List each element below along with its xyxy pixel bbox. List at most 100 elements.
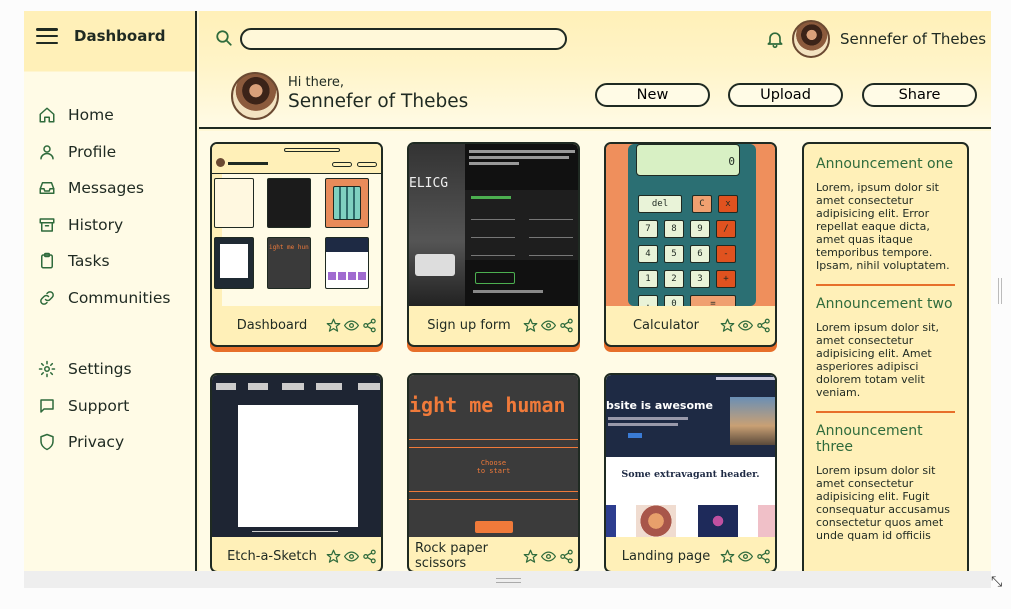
sidebar-item-label: History	[68, 215, 124, 234]
sidebar-item-home[interactable]: Home	[38, 97, 170, 134]
sidebar-item-label: Home	[68, 106, 114, 125]
sidebar-item-profile[interactable]: Profile	[38, 134, 170, 171]
calc-display: 0	[636, 144, 740, 176]
calc-key: .	[638, 295, 658, 306]
eye-icon[interactable]	[738, 318, 753, 333]
share-icon[interactable]	[756, 549, 771, 564]
resize-grip-vertical[interactable]	[998, 278, 1002, 304]
project-card-etch-a-sketch[interactable]: Etch-a-Sketch	[210, 373, 383, 571]
project-card-signup-form[interactable]: ELICG Sign up form	[407, 142, 580, 347]
calc-key: 8	[664, 220, 684, 238]
star-icon[interactable]	[326, 318, 341, 333]
calc-key: -	[716, 245, 736, 263]
upload-button[interactable]: Upload	[728, 83, 843, 107]
announcement-body: Lorem ipsum dolor sit amet consectetur a…	[816, 464, 950, 542]
card-footer: Rock paper scissors	[409, 537, 578, 571]
share-icon[interactable]	[756, 318, 771, 333]
sidebar-item-tasks[interactable]: Tasks	[38, 243, 170, 280]
bell-icon[interactable]	[765, 29, 785, 49]
sidebar-item-settings[interactable]: Settings	[38, 351, 170, 388]
sidebar-brand: Dashboard	[36, 27, 165, 45]
sidebar-item-label: Settings	[68, 360, 132, 379]
card-footer: Landing page	[606, 537, 775, 571]
card-actions	[326, 549, 377, 564]
star-icon[interactable]	[720, 549, 735, 564]
calc-key: 6	[690, 245, 710, 263]
signup-brand: ELICG	[409, 176, 449, 191]
card-actions	[523, 318, 574, 333]
greeting-name: Sennefer of Thebes	[288, 91, 469, 112]
divider	[816, 411, 955, 413]
sidebar-item-label: Support	[68, 396, 130, 415]
search-icon[interactable]	[215, 29, 233, 47]
divider	[816, 284, 955, 286]
sidebar-item-label: Profile	[68, 142, 117, 161]
link-icon	[40, 290, 54, 305]
chat-icon	[40, 399, 54, 413]
calc-key: 3	[690, 270, 710, 288]
card-title: Dashboard	[236, 317, 308, 333]
eye-icon[interactable]	[541, 318, 556, 333]
resize-grip-horizontal[interactable]	[496, 578, 521, 583]
sidebar-item-privacy[interactable]: Privacy	[38, 424, 170, 461]
share-icon[interactable]	[559, 549, 574, 564]
announcement: Announcement one Lorem, ipsum dolor sit …	[816, 156, 955, 272]
star-icon[interactable]	[326, 549, 341, 564]
calc-key: =	[690, 295, 736, 306]
project-card-rock-paper-scissors[interactable]: ight me human Choose to start Rock paper…	[407, 373, 580, 571]
project-thumbnail: ight me hun	[212, 144, 381, 306]
announcement-body: Lorem ipsum dolor sit, amet consectetur …	[816, 321, 939, 399]
sidebar-item-communities[interactable]: Communities	[38, 280, 170, 317]
eye-icon[interactable]	[541, 549, 556, 564]
menu-icon[interactable]	[36, 28, 58, 44]
calc-key: del	[638, 195, 682, 213]
inbox-icon	[39, 182, 55, 195]
card-actions	[720, 318, 771, 333]
search-input[interactable]	[240, 28, 567, 50]
project-card-dashboard[interactable]: ight me hun Dashboard	[210, 142, 383, 347]
calc-key: 0	[664, 295, 684, 306]
eye-icon[interactable]	[738, 549, 753, 564]
resize-handle-icon[interactable]: ⤡	[991, 574, 1002, 590]
share-icon[interactable]	[362, 549, 377, 564]
project-card-calculator[interactable]: 0 del Cx 7 8 9 / 4 5 6- 1 2 3 +. 0 = Calculator	[604, 142, 777, 347]
sidebar-item-history[interactable]: History	[38, 207, 170, 244]
new-button[interactable]: New	[595, 83, 710, 107]
rps-prompt: Choose to start	[476, 459, 511, 475]
sidebar-item-label: Tasks	[68, 252, 110, 271]
landing-header: Some extravagant header.	[621, 469, 760, 480]
card-footer: Calculator	[606, 306, 775, 344]
archive-icon	[39, 218, 55, 232]
calc-key: 1	[638, 270, 658, 288]
card-title: Landing page	[621, 548, 711, 564]
project-card-landing-page[interactable]: bsite is awesome Some extravagant header…	[604, 373, 777, 571]
calc-key: C	[692, 195, 712, 213]
card-footer: Dashboard	[212, 306, 381, 344]
calc-key: 4	[638, 245, 658, 263]
sidebar-item-support[interactable]: Support	[38, 388, 170, 425]
announcement: Announcement two Lorem ipsum dolor sit, …	[816, 296, 955, 399]
avatar[interactable]	[792, 20, 830, 58]
project-thumbnail: 0 del Cx 7 8 9 / 4 5 6- 1 2 3 +. 0 =	[606, 144, 775, 306]
share-icon[interactable]	[559, 318, 574, 333]
sidebar-item-messages[interactable]: Messages	[38, 170, 170, 207]
star-icon[interactable]	[523, 318, 538, 333]
project-thumbnail: ELICG	[409, 144, 578, 306]
project-thumbnail: ight me human Choose to start	[409, 375, 578, 537]
eye-icon[interactable]	[344, 318, 359, 333]
greeting: Hi there,	[288, 75, 345, 90]
home-icon	[39, 107, 55, 123]
calc-key: 2	[664, 270, 684, 288]
announcements-panel: Announcement one Lorem, ipsum dolor sit …	[802, 142, 969, 571]
star-icon[interactable]	[720, 318, 735, 333]
star-icon[interactable]	[523, 549, 538, 564]
share-icon[interactable]	[362, 318, 377, 333]
share-button[interactable]: Share	[862, 83, 977, 107]
sidebar-item-label: Communities	[68, 288, 171, 307]
sidebar: Dashboard Home Profile Messages History …	[24, 11, 197, 571]
eye-icon[interactable]	[344, 549, 359, 564]
landing-title: bsite is awesome	[606, 399, 713, 412]
card-actions	[523, 549, 574, 564]
card-actions	[720, 549, 771, 564]
card-title: Etch-a-Sketch	[227, 548, 317, 564]
